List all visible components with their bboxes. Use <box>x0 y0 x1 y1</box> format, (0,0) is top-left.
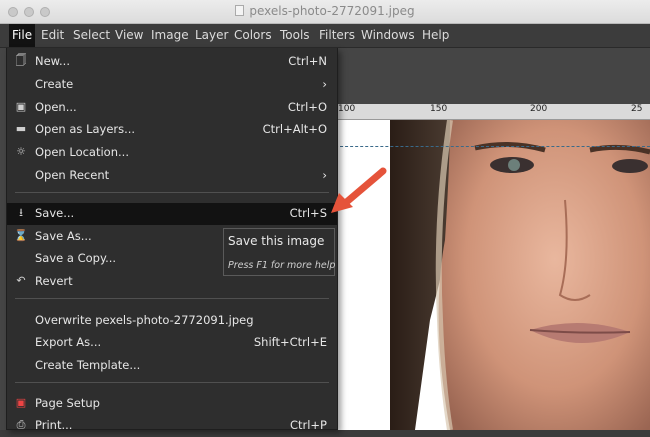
save-tooltip: Save this image Press F1 for more help <box>223 228 335 276</box>
menu-item-print[interactable]: ⎙ Print... Ctrl+P <box>7 415 337 437</box>
menu-item-label: Create <box>35 77 74 91</box>
ruler-label: 150 <box>430 104 448 114</box>
window-title-bar: pexels-photo-2772091.jpeg <box>0 0 650 24</box>
menu-view[interactable]: View <box>112 24 146 47</box>
open-image-icon: ▣ <box>15 100 27 113</box>
menu-item-overwrite[interactable]: Overwrite pexels-photo-2772091.jpeg <box>7 310 337 332</box>
tooltip-title: Save this image <box>228 234 325 248</box>
menu-separator <box>15 382 329 383</box>
revert-icon: ↶ <box>16 274 26 287</box>
menu-item-shortcut: Ctrl+N <box>288 54 327 68</box>
menu-item-new[interactable]: 🗍 New... Ctrl+N <box>7 51 337 73</box>
menu-item-export-as[interactable]: Export As... Shift+Ctrl+E <box>7 332 337 354</box>
menu-help[interactable]: Help <box>419 24 452 47</box>
menu-image[interactable]: Image <box>148 24 192 47</box>
menu-colors[interactable]: Colors <box>231 24 275 47</box>
layers-icon: ▬ <box>15 122 27 135</box>
document-icon <box>235 5 245 16</box>
horizontal-ruler[interactable]: 100 150 200 25 <box>330 104 650 120</box>
page-setup-icon: ▣ <box>15 396 27 409</box>
menu-item-label: Open Location... <box>35 145 129 159</box>
menu-item-shortcut: Ctrl+O <box>287 100 327 114</box>
menu-file[interactable]: File <box>9 24 36 47</box>
menu-item-open-as-layers[interactable]: ▬ Open as Layers... Ctrl+Alt+O <box>7 119 337 141</box>
save-as-icon: ⌛ <box>14 229 28 242</box>
menu-item-label: Create Template... <box>35 358 141 372</box>
menu-item-shortcut: Ctrl+Alt+O <box>262 122 327 136</box>
tooltip-hint: Press F1 for more help <box>228 260 336 271</box>
menu-item-label: Open... <box>35 100 77 114</box>
new-document-icon: 🗍 <box>15 54 27 67</box>
menu-item-create[interactable]: Create › <box>7 74 337 96</box>
menu-windows[interactable]: Windows <box>358 24 418 47</box>
menu-tools[interactable]: Tools <box>277 24 313 47</box>
ruler-label: 200 <box>530 104 548 114</box>
window-title: pexels-photo-2772091.jpeg <box>249 4 415 18</box>
ruler-label: 100 <box>338 104 356 114</box>
menu-item-label: Open as Layers... <box>35 122 136 136</box>
canvas-guide-line <box>330 146 650 147</box>
menu-item-create-template[interactable]: Create Template... <box>7 355 337 377</box>
menu-layer[interactable]: Layer <box>192 24 231 47</box>
menu-separator <box>15 192 329 193</box>
menu-edit[interactable]: Edit <box>38 24 67 47</box>
menu-item-label: Revert <box>35 274 73 288</box>
menu-item-label: Overwrite pexels-photo-2772091.jpeg <box>35 313 254 327</box>
annotation-arrow-icon <box>331 167 387 213</box>
menu-item-shortcut: Ctrl+S <box>289 206 327 220</box>
chevron-right-icon: › <box>322 77 327 91</box>
menu-bar: File Edit Select View Image Layer Colors… <box>0 24 650 48</box>
menu-item-label: New... <box>35 54 70 68</box>
ruler-label: 25 <box>631 104 643 114</box>
menu-item-label: Save... <box>35 206 75 220</box>
globe-icon: ☼ <box>16 145 26 158</box>
menu-item-label: Export As... <box>35 335 102 349</box>
menu-item-open[interactable]: ▣ Open... Ctrl+O <box>7 97 337 119</box>
menu-item-shortcut: Shift+Ctrl+E <box>253 335 327 349</box>
menu-item-save[interactable]: ⭳ Save... Ctrl+S <box>7 203 337 225</box>
menu-item-label: Save a Copy... <box>35 251 117 265</box>
window-title-wrap: pexels-photo-2772091.jpeg <box>0 4 650 18</box>
menu-select[interactable]: Select <box>70 24 113 47</box>
menu-filters[interactable]: Filters <box>316 24 358 47</box>
menu-item-label: Page Setup <box>35 396 100 410</box>
menu-item-open-recent[interactable]: Open Recent › <box>7 165 337 187</box>
menu-item-label: Save As... <box>35 229 92 243</box>
menu-item-open-location[interactable]: ☼ Open Location... <box>7 142 337 164</box>
portrait-photo <box>390 120 650 430</box>
menu-separator <box>15 298 329 299</box>
menu-item-page-setup[interactable]: ▣ Page Setup <box>7 393 337 415</box>
menu-item-label: Open Recent <box>35 168 110 182</box>
save-icon: ⭳ <box>19 206 23 219</box>
